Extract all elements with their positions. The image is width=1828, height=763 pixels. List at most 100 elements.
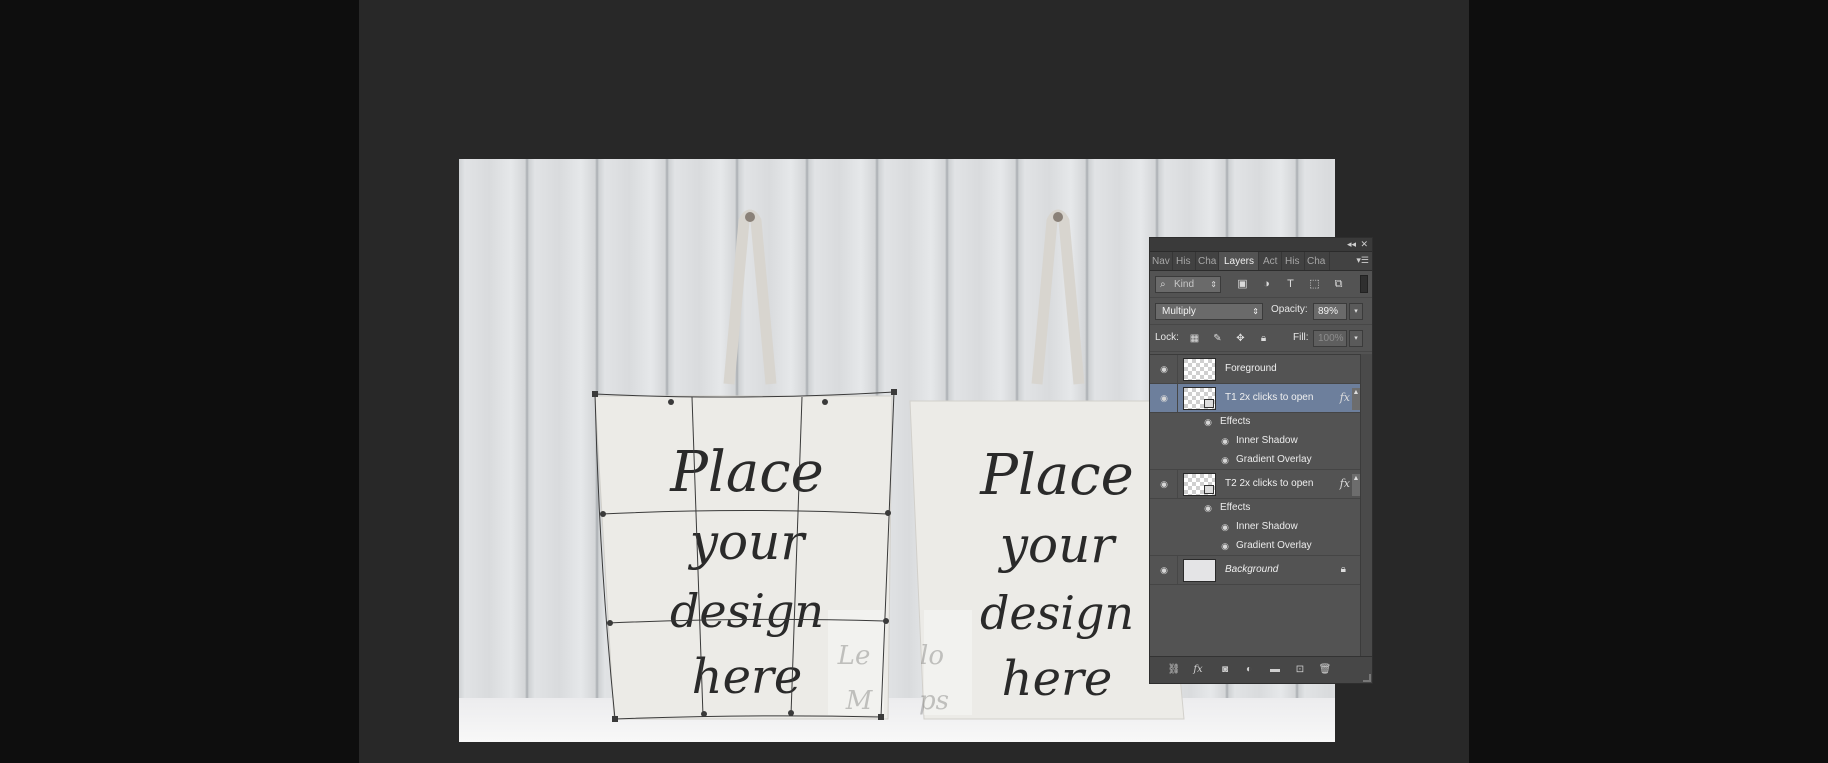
effect-name: Inner Shadow [1236, 521, 1298, 532]
eye-icon[interactable]: ◉ [1219, 541, 1231, 551]
opacity-label: Opacity: [1271, 304, 1308, 315]
left-bag-text-line: design [670, 584, 824, 638]
stepper-icon: ⇕ [1252, 307, 1259, 316]
effects-group[interactable]: ◉ Effects [1150, 413, 1360, 432]
effect-row[interactable]: ◉ Gradient Overlay [1150, 537, 1360, 556]
layers-panel: ◂◂ ✕ Nav His Cha Layers Act His Cha ▾☰ ⌕… [1149, 237, 1373, 684]
fill-dropdown[interactable]: ▾ [1349, 330, 1363, 347]
close-icon[interactable]: ✕ [1360, 239, 1368, 250]
smart-object-filter-icon[interactable]: ⧉ [1331, 277, 1346, 292]
delete-layer-icon[interactable]: 🗑︎ [1317, 663, 1333, 677]
tab-actions[interactable]: Act [1259, 252, 1282, 270]
panel-menu-icon[interactable]: ▾☰ [1356, 255, 1369, 266]
eye-icon[interactable]: ◉ [1158, 565, 1170, 575]
eye-icon[interactable]: ◉ [1158, 364, 1170, 374]
lock-all-icon[interactable]: 🔒︎ [1257, 332, 1270, 345]
effects-expand-icon[interactable]: ▲ [1352, 474, 1360, 496]
watermark-text: M [845, 686, 874, 716]
link-layers-icon[interactable]: ⛓ [1166, 663, 1182, 677]
panel-footer: ⛓ fx ◙ ◐ ▬ ⊡ 🗑︎ [1150, 656, 1372, 683]
effects-group[interactable]: ◉ Effects [1150, 499, 1360, 518]
new-adjustment-icon[interactable]: ◐ [1241, 663, 1257, 677]
pixel-filter-icon[interactable]: ▣ [1235, 277, 1250, 292]
left-bag-text-line: your [688, 513, 808, 571]
type-filter-icon[interactable]: T [1283, 277, 1298, 292]
left-bag-text-line: here [692, 649, 803, 705]
opacity-input[interactable]: 89% [1313, 303, 1347, 320]
lock-row: Lock: ▦ ✎ ✥ 🔒︎ Fill: 100% ▾ [1150, 325, 1372, 352]
effects-label: Effects [1220, 416, 1251, 427]
fx-icon[interactable]: fx [1340, 391, 1350, 404]
lock-label: Lock: [1155, 332, 1179, 343]
eye-icon[interactable]: ◉ [1219, 436, 1231, 446]
tab-channels[interactable]: Cha [1196, 252, 1219, 270]
lock-transparent-icon[interactable]: ▦ [1188, 332, 1201, 345]
fill-input[interactable]: 100% [1313, 330, 1347, 347]
eye-icon[interactable]: ◉ [1158, 393, 1170, 403]
layer-thumbnail [1183, 358, 1216, 381]
lock-image-icon[interactable]: ✎ [1211, 332, 1224, 345]
blend-mode-value: Multiply [1162, 306, 1196, 317]
effect-row[interactable]: ◉ Gradient Overlay [1150, 451, 1360, 470]
layer-row[interactable]: ◉ Background 🔒︎ [1150, 556, 1360, 585]
add-mask-icon[interactable]: ◙ [1217, 663, 1233, 677]
stepper-icon: ⇕ [1210, 280, 1217, 289]
effects-expand-icon[interactable]: ▲ [1352, 388, 1360, 410]
layer-row-selected[interactable]: ◉ T1 2x clicks to open fx ▲ [1150, 384, 1360, 413]
effect-row[interactable]: ◉ Inner Shadow [1150, 518, 1360, 537]
fill-label: Fill: [1293, 332, 1309, 343]
layer-thumbnail [1183, 387, 1216, 410]
collapse-icon[interactable]: ◂◂ [1347, 239, 1356, 250]
right-bag-text-line: Place [979, 443, 1133, 508]
watermark-text: ps [919, 686, 949, 716]
smart-object-badge-icon [1204, 399, 1214, 408]
panel-titlebar: ◂◂ ✕ [1150, 238, 1372, 252]
tab-histogram[interactable]: His [1173, 252, 1196, 270]
shape-filter-icon[interactable]: ⬚ [1307, 277, 1322, 292]
eye-icon[interactable]: ◉ [1158, 479, 1170, 489]
eye-icon[interactable]: ◉ [1219, 522, 1231, 532]
watermark-text: lo [920, 641, 944, 671]
right-bag-text-line: your [998, 516, 1118, 574]
filter-kind-select[interactable]: ⌕ Kind ⇕ [1155, 276, 1221, 293]
tab-layers[interactable]: Layers [1219, 252, 1259, 270]
new-layer-icon[interactable]: ⊡ [1292, 663, 1308, 677]
filter-toggle[interactable] [1360, 275, 1368, 293]
filter-row: ⌕ Kind ⇕ ▣ ◑ T ⬚ ⧉ [1150, 271, 1372, 298]
layers-scrollbar[interactable] [1360, 354, 1372, 658]
layer-name: T1 2x clicks to open [1225, 392, 1314, 403]
layer-row[interactable]: ◉ T2 2x clicks to open fx ▲ [1150, 470, 1360, 499]
layer-name: Foreground [1225, 363, 1277, 374]
layer-thumbnail [1183, 473, 1216, 496]
tab-character[interactable]: Cha [1305, 252, 1330, 270]
adjustment-filter-icon[interactable]: ◑ [1259, 277, 1274, 292]
blend-mode-select[interactable]: Multiply ⇕ [1155, 303, 1263, 320]
panel-tabs: Nav His Cha Layers Act His Cha ▾☰ [1150, 252, 1372, 271]
effect-name: Gradient Overlay [1236, 454, 1312, 465]
watermark-text: Le [837, 641, 871, 671]
layer-name: T2 2x clicks to open [1225, 478, 1314, 489]
eye-icon[interactable]: ◉ [1219, 455, 1231, 465]
eye-icon[interactable]: ◉ [1202, 417, 1214, 427]
opacity-dropdown[interactable]: ▾ [1349, 303, 1363, 320]
layers-list: ◉ Foreground ◉ T1 2x clicks to open fx ▲… [1150, 354, 1360, 658]
add-fx-icon[interactable]: fx [1190, 663, 1206, 677]
layer-name: Background [1225, 564, 1279, 575]
blend-row: Multiply ⇕ Opacity: 89% ▾ [1150, 298, 1372, 325]
new-group-icon[interactable]: ▬ [1267, 663, 1283, 677]
tab-navigator[interactable]: Nav [1150, 252, 1173, 270]
effect-name: Inner Shadow [1236, 435, 1298, 446]
search-icon: ⌕ [1160, 279, 1166, 290]
lock-icon[interactable]: 🔒︎ [1341, 564, 1346, 575]
eye-icon[interactable]: ◉ [1202, 503, 1214, 513]
effect-name: Gradient Overlay [1236, 540, 1312, 551]
filter-kind-label: Kind [1174, 279, 1195, 290]
layer-row[interactable]: ◉ Foreground [1150, 355, 1360, 384]
resize-grip[interactable] [1363, 674, 1371, 682]
lock-position-icon[interactable]: ✥ [1234, 332, 1247, 345]
right-bag-text-line: design [980, 586, 1134, 640]
tab-history[interactable]: His [1282, 252, 1305, 270]
fx-icon[interactable]: fx [1340, 477, 1350, 490]
effect-row[interactable]: ◉ Inner Shadow [1150, 432, 1360, 451]
right-bag-text-line: here [1002, 651, 1113, 707]
